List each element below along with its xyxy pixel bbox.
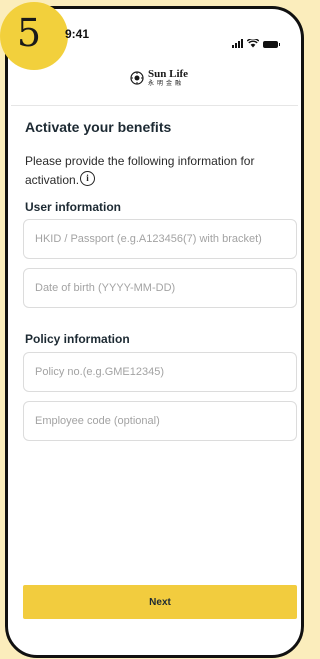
sunlife-logo-icon	[130, 71, 144, 85]
info-icon[interactable]: i	[80, 171, 96, 186]
step-number: 5	[16, 11, 42, 55]
brand-logo: Sun Life 永明金融	[130, 69, 188, 87]
user-info-heading: User information	[25, 200, 122, 214]
policy-info-heading: Policy information	[25, 332, 130, 346]
wifi-icon	[247, 39, 259, 48]
next-button[interactable]: Next	[23, 585, 297, 619]
phone-frame: Sun Life 永明金融 Activate your benefits Ple…	[5, 6, 304, 658]
signal-icon	[232, 39, 243, 48]
step-number-badge: 5	[0, 2, 68, 70]
date-of-birth-input[interactable]	[23, 268, 297, 308]
page-title: Activate your benefits	[25, 119, 172, 135]
page-description: Please provide the following information…	[25, 152, 287, 190]
status-icons	[232, 39, 280, 48]
description-text: Please provide the following information…	[25, 154, 255, 187]
employee-code-input[interactable]	[23, 401, 297, 441]
status-time: 9:41	[65, 27, 90, 41]
policy-number-input[interactable]	[23, 352, 297, 392]
brand-name: Sun Life	[148, 68, 189, 80]
header-divider	[11, 105, 298, 106]
battery-icon	[263, 41, 280, 48]
hkid-passport-input[interactable]	[23, 219, 297, 259]
brand-chinese-name: 永明金融	[148, 80, 185, 87]
